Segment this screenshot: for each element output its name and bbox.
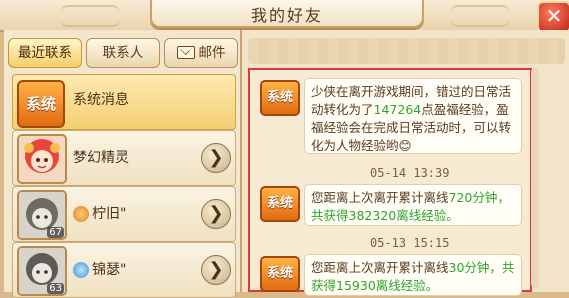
smiley-icon: 😊 (398, 138, 412, 153)
contact-name: 系统消息 (73, 92, 129, 108)
message-number: 30分钟 (448, 260, 490, 275)
message-number: 147264 (373, 102, 422, 117)
close-button[interactable]: ✕ (537, 1, 569, 33)
system-icon: 系统 (260, 80, 300, 116)
title-bar: 我的好友 ✕ (0, 0, 569, 33)
contact-item-sprite[interactable]: 梦幻精灵 ❯ (12, 130, 236, 186)
level-badge: 63 (47, 283, 64, 294)
system-icon: 系统 (17, 80, 65, 128)
message-bubble: 您距离上次离开累计离线720分钟，共获得382320离线经验。 (304, 184, 522, 226)
chevron-right-icon[interactable]: ❯ (201, 255, 231, 285)
contact-item-friend-1[interactable]: 67 柠旧" ❯ (12, 186, 236, 242)
avatar: 67 (17, 190, 67, 240)
fairy-avatar-icon (19, 136, 65, 182)
message-bubble: 您距离上次离开累计离线30分钟，共获得15930离线经验。 (304, 254, 522, 296)
tab-mail[interactable]: 邮件 (164, 38, 238, 68)
contacts-panel: 最近联系 联系人 邮件 系统 系统消息 梦幻精灵 ❯ 67 柠旧" ❯ 63 锦… (4, 30, 242, 298)
message-number: 15930 (336, 278, 376, 293)
message-timestamp: 05-13 15:15 (370, 236, 450, 250)
system-icon: 系统 (260, 186, 300, 222)
chat-header (248, 38, 565, 64)
message-number: 720分钟 (448, 190, 498, 205)
scrollbar[interactable] (531, 68, 539, 288)
contact-item-system[interactable]: 系统 系统消息 (12, 74, 236, 130)
contact-name: 锦瑟" (92, 262, 127, 278)
title-decoration-left (60, 5, 120, 27)
tab-mail-label: 邮件 (198, 45, 226, 61)
message-text: 您距离上次离开累计离线 (311, 260, 449, 275)
avatar (17, 134, 67, 184)
contact-name: 梦幻精灵 (73, 150, 129, 166)
message-text: 离线经验。 (375, 278, 439, 293)
message-timestamp: 05-14 13:39 (370, 166, 450, 180)
tab-recent-label: 最近联系 (18, 45, 72, 61)
level-badge: 67 (47, 227, 64, 238)
title-plate: 我的好友 (150, 0, 424, 28)
chevron-right-icon[interactable]: ❯ (201, 199, 231, 229)
avatar: 63 (17, 246, 67, 296)
contact-name-row: 柠旧" (73, 203, 126, 223)
tab-contacts[interactable]: 联系人 (86, 38, 160, 68)
mail-icon (176, 45, 195, 59)
window-title: 我的好友 (250, 6, 323, 25)
fire-school-icon (73, 206, 89, 222)
close-icon: ✕ (545, 4, 563, 28)
chevron-right-icon[interactable]: ❯ (201, 143, 231, 173)
tab-contacts-label: 联系人 (102, 45, 144, 61)
contact-name-row: 锦瑟" (73, 259, 126, 279)
title-decoration-right (450, 5, 510, 27)
tab-recent[interactable]: 最近联系 (8, 38, 82, 68)
message-list[interactable]: 系统 少侠在离开游戏期间，错过的日常活动转化为了147264点盈福经验，盈福经验… (248, 68, 532, 296)
message-text: 离线经验。 (396, 208, 459, 223)
contact-name: 柠旧" (92, 206, 127, 222)
message-number: 382320 (348, 208, 397, 223)
system-icon: 系统 (260, 256, 300, 292)
message-bubble: 少侠在离开游戏期间，错过的日常活动转化为了147264点盈福经验，盈福经验会在完… (304, 78, 522, 154)
message-text: 您距离上次离开累计离线 (311, 190, 449, 205)
contact-item-friend-2[interactable]: 63 锦瑟" ❯ (12, 242, 236, 298)
water-school-icon (73, 262, 89, 278)
chat-panel: 系统 少侠在离开游戏期间，错过的日常活动转化为了147264点盈福经验，盈福经验… (242, 30, 569, 296)
